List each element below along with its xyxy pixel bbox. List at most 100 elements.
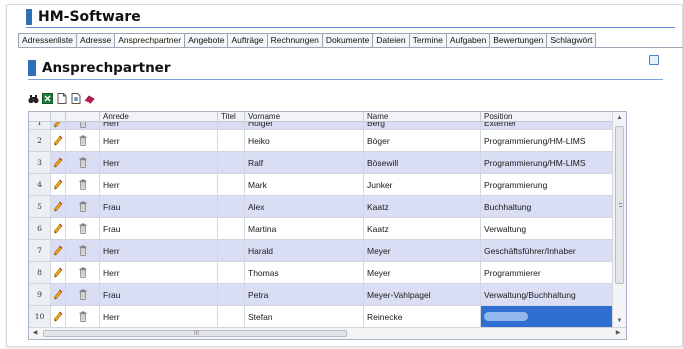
cell-position[interactable]: Verwaltung <box>481 218 613 239</box>
cell-titel[interactable] <box>218 218 245 239</box>
edit-pencil-icon[interactable] <box>51 218 66 239</box>
header-vorname[interactable]: Vorname <box>245 112 364 122</box>
cell-titel[interactable] <box>218 284 245 305</box>
delete-trash-icon[interactable] <box>66 196 100 217</box>
cell-name[interactable]: Berg <box>364 122 481 129</box>
table-row[interactable]: 3 Herr Ralf Bösewill Programmierung/HM-LIMS <box>29 152 613 174</box>
cell-position[interactable]: Externer <box>481 122 613 129</box>
edit-pencil-icon[interactable] <box>51 130 66 151</box>
horizontal-scroll-thumb[interactable]: III <box>43 330 347 337</box>
cell-vorname[interactable]: Stefan <box>245 306 364 327</box>
cell-anrede[interactable]: Frau <box>100 284 218 305</box>
delete-trash-icon[interactable] <box>66 152 100 173</box>
table-row[interactable]: 2 Herr Heiko Böger Programmierung/HM-LIMS <box>29 130 613 152</box>
tab-termine[interactable]: Termine <box>408 33 446 48</box>
cell-name[interactable]: Meyer <box>364 240 481 261</box>
delete-trash-icon[interactable] <box>66 306 100 327</box>
cell-vorname[interactable]: Ralf <box>245 152 364 173</box>
header-titel[interactable]: Titel <box>218 112 245 122</box>
edit-pencil-icon[interactable] <box>51 122 66 129</box>
cell-vorname[interactable]: Holger <box>245 122 364 129</box>
cell-anrede[interactable]: Herr <box>100 306 218 327</box>
tab-dokumente[interactable]: Dokumente <box>321 33 373 48</box>
table-row[interactable]: 8 Herr Thomas Meyer Programmierer <box>29 262 613 284</box>
table-row[interactable]: 1 Herr Holger Berg Externer <box>29 122 613 130</box>
excel-export-icon[interactable] <box>42 93 53 104</box>
cell-name[interactable]: Reinecke <box>364 306 481 327</box>
cell-vorname[interactable]: Alex <box>245 196 364 217</box>
cell-anrede[interactable]: Herr <box>100 122 218 129</box>
cell-position[interactable]: Buchhaltung <box>481 196 613 217</box>
tab-angebote[interactable]: Angebote <box>184 33 228 48</box>
cell-titel[interactable] <box>218 152 245 173</box>
cell-vorname[interactable]: Mark <box>245 174 364 195</box>
scroll-right-icon[interactable]: ▶ <box>612 328 624 339</box>
cell-anrede[interactable]: Herr <box>100 174 218 195</box>
cell-titel[interactable] <box>218 130 245 151</box>
cell-vorname[interactable]: Martina <box>245 218 364 239</box>
panel-toggle-box[interactable] <box>649 55 659 65</box>
header-anrede[interactable]: Anrede <box>100 112 218 122</box>
cell-anrede[interactable]: Herr <box>100 130 218 151</box>
cell-name[interactable]: Meyer <box>364 262 481 283</box>
scroll-left-icon[interactable]: ◀ <box>29 328 41 339</box>
tab-rechnungen[interactable]: Rechnungen <box>266 33 322 48</box>
edit-pencil-icon[interactable] <box>51 284 66 305</box>
table-row[interactable]: 5 Frau Alex Kaatz Buchhaltung <box>29 196 613 218</box>
cell-vorname[interactable]: Petra <box>245 284 364 305</box>
edit-pencil-icon[interactable] <box>51 196 66 217</box>
cell-vorname[interactable]: Harald <box>245 240 364 261</box>
table-row[interactable]: 9 Frau Petra Meyer-Vahlpagel Verwaltung/Buch… <box>29 284 613 306</box>
cell-anrede[interactable]: Frau <box>100 218 218 239</box>
table-row[interactable]: 6 Frau Martina Kaatz Verwaltung <box>29 218 613 240</box>
cell-name[interactable]: Böger <box>364 130 481 151</box>
cell-position[interactable]: Geschäftsführer/Inhaber <box>481 240 613 261</box>
eraser-icon[interactable] <box>84 93 95 104</box>
tab-dateien[interactable]: Dateien <box>372 33 409 48</box>
cell-name[interactable]: Bösewill <box>364 152 481 173</box>
table-row[interactable]: 7 Herr Harald Meyer Geschäftsführer/Inhaber <box>29 240 613 262</box>
cell-position[interactable]: Programmierung <box>481 174 613 195</box>
edit-pencil-icon[interactable] <box>51 306 66 327</box>
edit-pencil-icon[interactable] <box>51 240 66 261</box>
cell-position[interactable]: Programmierer <box>481 262 613 283</box>
cell-titel[interactable] <box>218 174 245 195</box>
scroll-down-icon[interactable]: ▼ <box>613 315 626 327</box>
delete-trash-icon[interactable] <box>66 262 100 283</box>
cell-name[interactable]: Kaatz <box>364 196 481 217</box>
cell-name[interactable]: Kaatz <box>364 218 481 239</box>
tab-schlagwoerter[interactable]: Schlagwört <box>546 33 597 48</box>
tab-adresse[interactable]: Adresse <box>76 33 115 48</box>
table-row[interactable]: 4 Herr Mark Junker Programmierung <box>29 174 613 196</box>
vertical-scroll-thumb[interactable] <box>615 126 624 284</box>
cell-name[interactable]: Meyer-Vahlpagel <box>364 284 481 305</box>
delete-trash-icon[interactable] <box>66 130 100 151</box>
cell-vorname[interactable]: Heiko <box>245 130 364 151</box>
cell-position[interactable]: Programmierung/HM-LIMS <box>481 152 613 173</box>
scroll-up-icon[interactable]: ▲ <box>613 112 626 124</box>
selected-position-cell[interactable] <box>481 306 613 327</box>
cell-anrede[interactable]: Herr <box>100 262 218 283</box>
cell-vorname[interactable]: Thomas <box>245 262 364 283</box>
copy-document-icon[interactable] <box>70 93 81 104</box>
delete-trash-icon[interactable] <box>66 174 100 195</box>
cell-position[interactable]: Verwaltung/Buchhaltung <box>481 284 613 305</box>
tab-bewertungen[interactable]: Bewertungen <box>489 33 547 48</box>
cell-anrede[interactable]: Herr <box>100 240 218 261</box>
cell-position[interactable]: Programmierung/HM-LIMS <box>481 130 613 151</box>
delete-trash-icon[interactable] <box>66 284 100 305</box>
cell-titel[interactable] <box>218 306 245 327</box>
cell-titel[interactable] <box>218 196 245 217</box>
tab-aufgaben[interactable]: Aufgaben <box>445 33 490 48</box>
cell-anrede[interactable]: Frau <box>100 196 218 217</box>
tab-ansprechpartner[interactable]: Ansprechpartner <box>114 33 185 48</box>
edit-pencil-icon[interactable] <box>51 152 66 173</box>
cell-titel[interactable] <box>218 240 245 261</box>
cell-anrede[interactable]: Herr <box>100 152 218 173</box>
delete-trash-icon[interactable] <box>66 218 100 239</box>
cell-titel[interactable] <box>218 262 245 283</box>
binoculars-icon[interactable] <box>28 93 39 104</box>
vertical-scrollbar[interactable]: ▲ ▼ <box>612 112 626 327</box>
new-document-icon[interactable] <box>56 93 67 104</box>
cell-titel[interactable] <box>218 122 245 129</box>
